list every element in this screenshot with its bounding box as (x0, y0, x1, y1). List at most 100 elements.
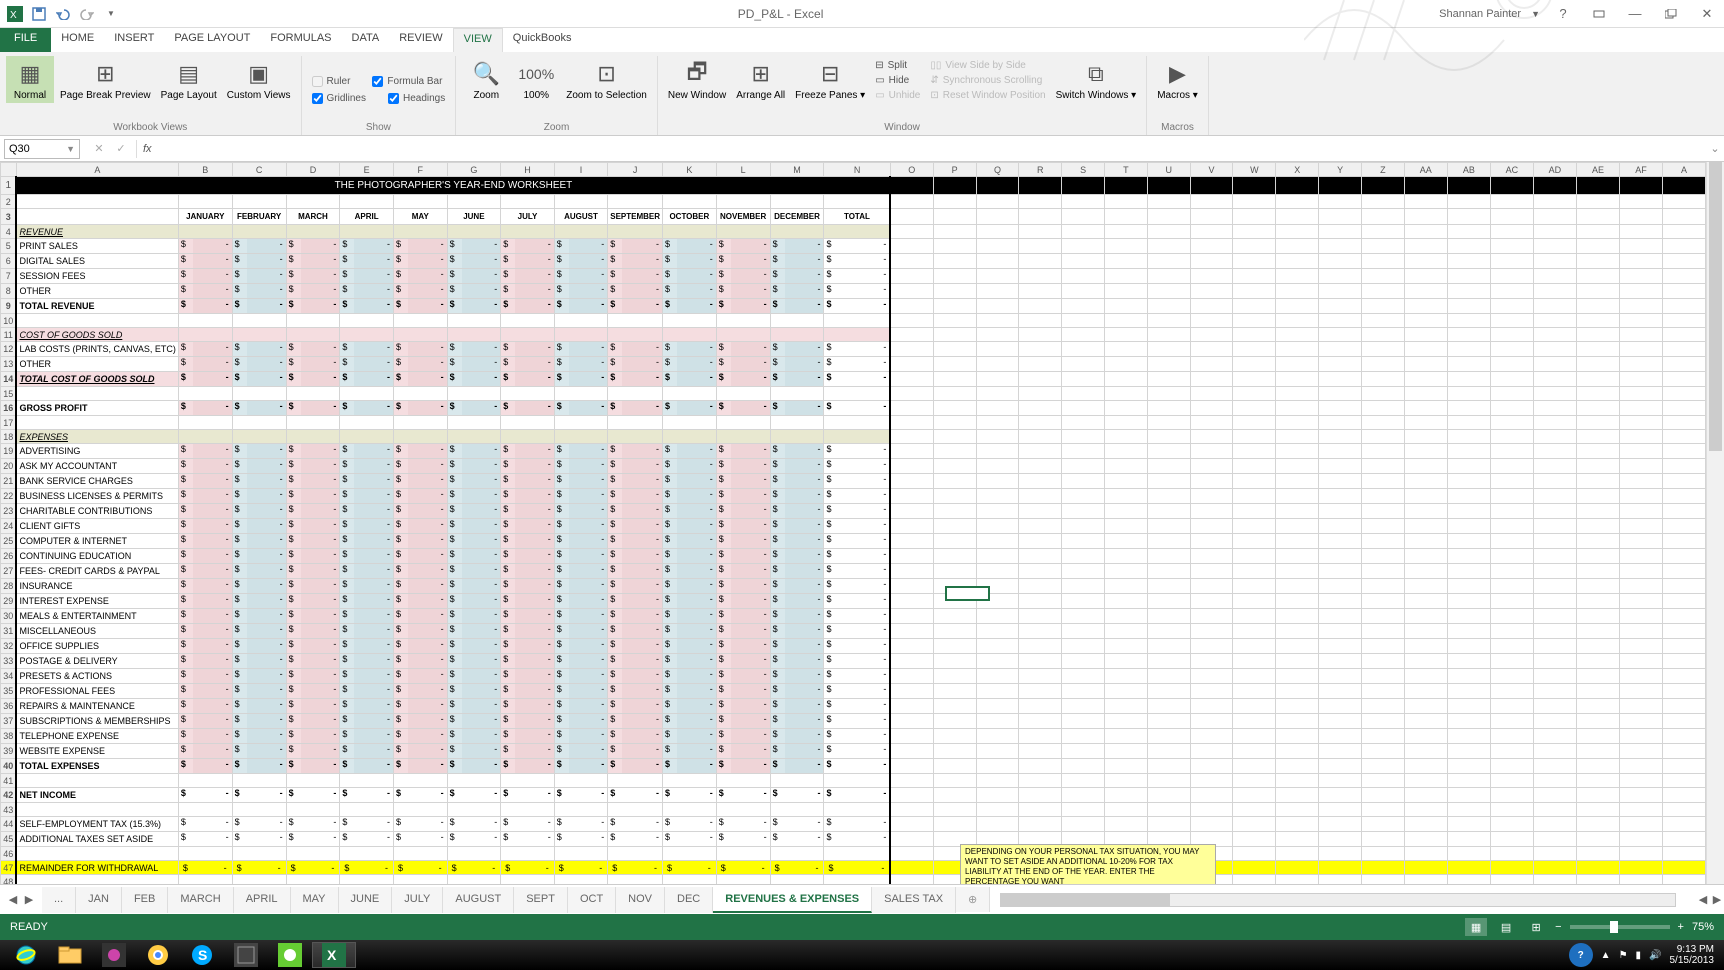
svg-text:S: S (198, 947, 207, 963)
tray-network-icon[interactable]: ▮ (1636, 950, 1642, 961)
macros-button[interactable]: ▶Macros ▾ (1153, 56, 1202, 103)
maximize-icon[interactable] (1658, 4, 1684, 24)
tab-data[interactable]: DATA (342, 28, 390, 52)
tray-flag-icon[interactable]: ⚑ (1619, 950, 1628, 961)
tray-up-icon[interactable]: ▲ (1601, 950, 1611, 961)
zoom-in-icon[interactable]: + (1678, 921, 1684, 933)
name-box[interactable]: Q30▼ (4, 139, 80, 159)
sheet-nav-prev-icon[interactable]: ◀ (6, 893, 20, 907)
app-icon-3[interactable] (268, 942, 312, 968)
sheet-tab[interactable]: JAN (76, 887, 122, 913)
sheet-tab[interactable]: JULY (392, 887, 443, 913)
cancel-formula-icon[interactable]: ✕ (90, 140, 108, 158)
help-icon[interactable]: ? (1550, 4, 1576, 24)
ribbon-collapse-icon[interactable] (1586, 4, 1612, 24)
sheet-tab[interactable]: SEPT (514, 887, 568, 913)
window-title: PD_P&L - Excel (122, 7, 1439, 21)
tab-formulas[interactable]: FORMULAS (260, 28, 341, 52)
sheet-tab[interactable]: NOV (616, 887, 665, 913)
zoom100-button[interactable]: 100%100% (512, 56, 560, 103)
windows-taskbar: S X ? ▲ ⚑ ▮ 🔊 9:13 PM5/15/2013 (0, 940, 1724, 970)
customviews-button[interactable]: ▣Custom Views (223, 56, 295, 103)
ruler-checkbox[interactable]: Ruler (308, 74, 355, 89)
spreadsheet-grid[interactable]: ABCDEFGHIJKLMNOPQRSTUVWXYZAAABACADAEAFA1… (0, 162, 1706, 884)
vertical-scrollbar[interactable] (1706, 162, 1724, 884)
sheet-tab[interactable]: REVENUES & EXPENSES (713, 887, 872, 913)
sheet-tab[interactable]: SALES TAX (872, 887, 956, 913)
accept-formula-icon[interactable]: ✓ (112, 140, 130, 158)
unhide-button[interactable]: ▭ Unhide (871, 88, 924, 103)
pagebreak-button[interactable]: ⊞Page Break Preview (56, 56, 155, 103)
save-icon[interactable] (28, 3, 50, 25)
group-label-show: Show (308, 120, 450, 135)
sheet-tab[interactable]: AUGUST (443, 887, 514, 913)
formula-input[interactable] (158, 139, 1706, 159)
sheet-tab[interactable]: MAY (291, 887, 339, 913)
tab-review[interactable]: REVIEW (389, 28, 452, 52)
sheet-tab[interactable]: JUNE (339, 887, 393, 913)
newwindow-button[interactable]: 🗗New Window (664, 56, 730, 103)
gridlines-checkbox[interactable]: Gridlines (308, 91, 370, 106)
tab-pagelayout[interactable]: PAGE LAYOUT (164, 28, 260, 52)
ie-icon[interactable] (4, 942, 48, 968)
add-sheet-button[interactable]: ⊕ (956, 887, 990, 912)
minimize-icon[interactable]: — (1622, 4, 1648, 24)
tab-file[interactable]: FILE (0, 28, 51, 52)
zoom-slider[interactable] (1570, 925, 1670, 929)
expand-formula-icon[interactable]: ⌄ (1706, 142, 1724, 155)
split-button[interactable]: ⊟ Split (871, 58, 924, 73)
zoom-value[interactable]: 75% (1692, 921, 1714, 933)
pagelayout-button[interactable]: ▤Page Layout (157, 56, 221, 103)
tab-quickbooks[interactable]: QuickBooks (503, 28, 582, 52)
explorer-icon[interactable] (48, 942, 92, 968)
qat-dropdown-icon[interactable]: ▼ (100, 3, 122, 25)
freeze-button[interactable]: ⊟Freeze Panes ▾ (791, 56, 869, 103)
arrangeall-button[interactable]: ⊞Arrange All (732, 56, 789, 103)
excel-icon[interactable]: X (4, 3, 26, 25)
syncscroll-button[interactable]: ⇵ Synchronous Scrolling (926, 73, 1049, 88)
group-label-macros: Macros (1153, 120, 1202, 135)
scroll-right-icon[interactable]: ▶ (1710, 893, 1724, 907)
undo-icon[interactable] (52, 3, 74, 25)
headings-checkbox[interactable]: Headings (384, 91, 449, 106)
horizontal-scrollbar[interactable] (1000, 893, 1676, 907)
formula-bar: Q30▼ ✕ ✓ fx ⌄ (0, 136, 1724, 162)
sheet-tab[interactable]: FEB (122, 887, 168, 913)
svg-text:X: X (10, 10, 17, 21)
redo-icon[interactable] (76, 3, 98, 25)
sheet-tab[interactable]: OCT (568, 887, 616, 913)
sheet-tab[interactable]: DEC (665, 887, 713, 913)
view-pagebreak-icon[interactable]: ⊞ (1525, 918, 1547, 936)
sidebyside-button[interactable]: ▯▯ View Side by Side (926, 58, 1049, 73)
sheet-tab[interactable]: ... (42, 887, 76, 913)
tray-volume-icon[interactable]: 🔊 (1649, 950, 1661, 961)
quick-access-toolbar: X ▼ (4, 3, 122, 25)
tab-view[interactable]: VIEW (453, 28, 503, 52)
user-name[interactable]: Shannan Painter (1439, 8, 1521, 20)
zoom-button[interactable]: 🔍Zoom (462, 56, 510, 103)
normal-view-button[interactable]: ▦Normal (6, 56, 54, 103)
scroll-left-icon[interactable]: ◀ (1696, 893, 1710, 907)
sheet-tab[interactable]: APRIL (234, 887, 291, 913)
close-icon[interactable]: ✕ (1694, 4, 1720, 24)
chrome-icon[interactable] (136, 942, 180, 968)
help-bubble-icon[interactable]: ? (1569, 943, 1593, 967)
zoom-out-icon[interactable]: − (1555, 921, 1561, 933)
resetpos-button[interactable]: ⊡ Reset Window Position (926, 88, 1049, 103)
switchwindows-button[interactable]: ⧉Switch Windows ▾ (1052, 56, 1141, 103)
formulabar-checkbox[interactable]: Formula Bar (368, 74, 446, 89)
tab-home[interactable]: HOME (51, 28, 104, 52)
view-normal-icon[interactable]: ▦ (1465, 918, 1487, 936)
hide-button[interactable]: ▭ Hide (871, 73, 924, 88)
system-clock[interactable]: 9:13 PM5/15/2013 (1670, 944, 1715, 966)
excel-task-icon[interactable]: X (312, 942, 356, 968)
app-icon-1[interactable] (92, 942, 136, 968)
zoom-selection-button[interactable]: ⊡Zoom to Selection (562, 56, 651, 103)
sheet-tab[interactable]: MARCH (168, 887, 233, 913)
view-pagelayout-icon[interactable]: ▤ (1495, 918, 1517, 936)
skype-icon[interactable]: S (180, 942, 224, 968)
sheet-nav-next-icon[interactable]: ▶ (22, 893, 36, 907)
tab-insert[interactable]: INSERT (104, 28, 164, 52)
app-icon-2[interactable] (224, 942, 268, 968)
fx-icon[interactable]: fx (137, 143, 158, 155)
